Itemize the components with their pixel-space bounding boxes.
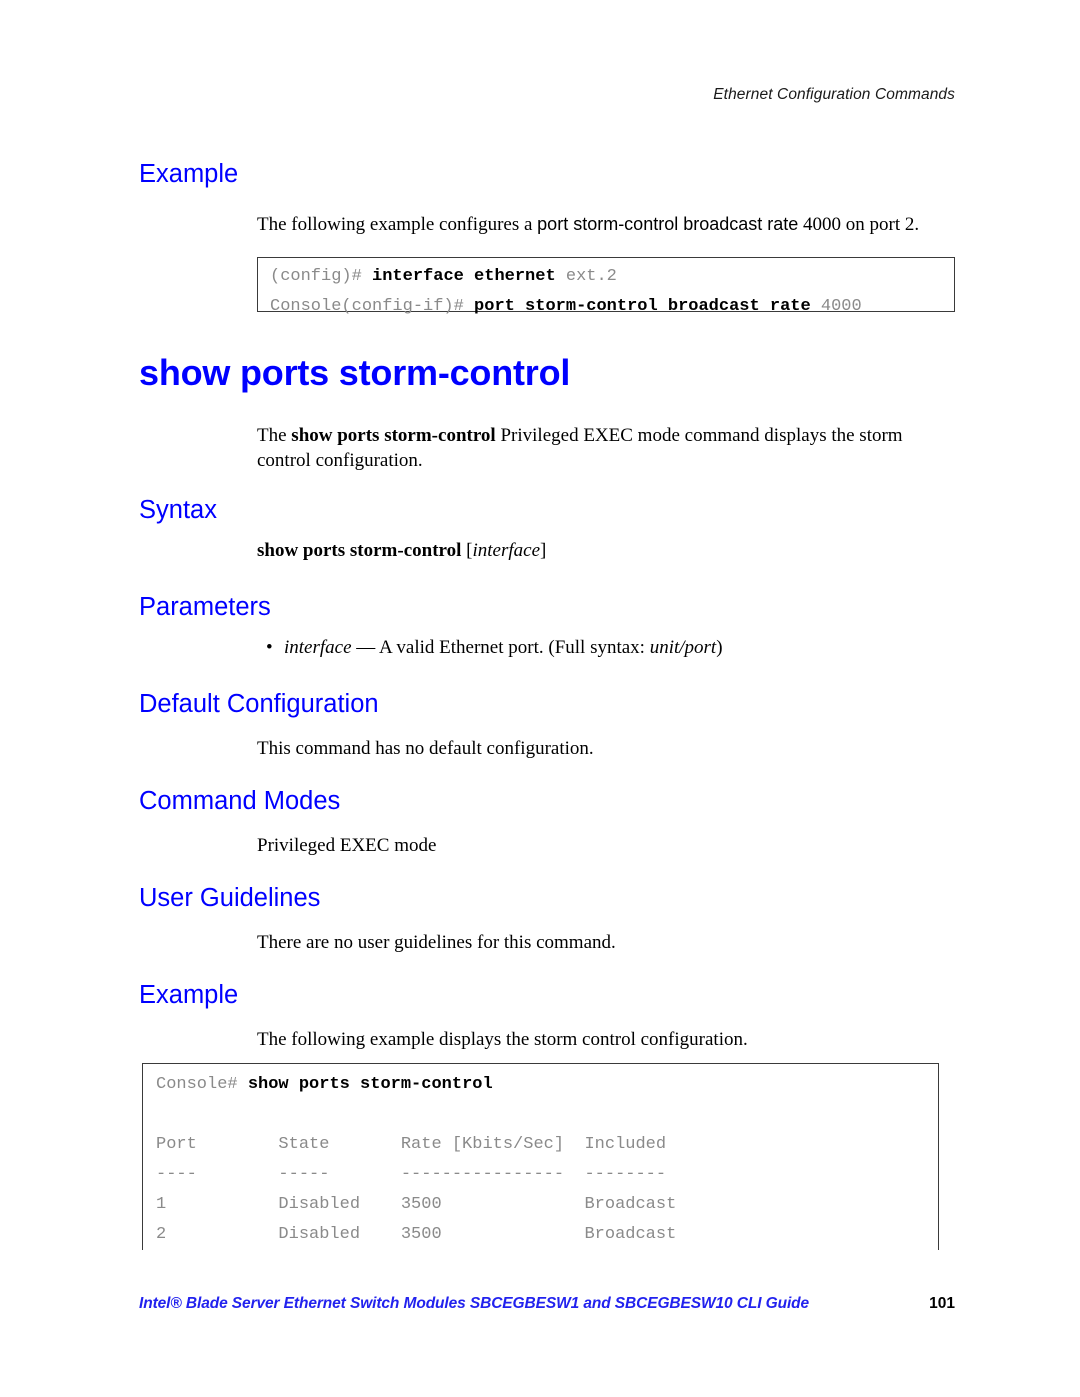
paragraph-prefix: The following example configures a bbox=[257, 214, 538, 235]
code-prompt: Console# bbox=[156, 1075, 248, 1094]
running-header: Ethernet Configuration Commands bbox=[713, 86, 955, 103]
output-table-header: Port State Rate [Kbits/Sec] Included bbox=[156, 1135, 667, 1154]
heading-example-top: Example bbox=[139, 160, 239, 188]
bullet-icon: • bbox=[266, 637, 273, 658]
output-table-row: 2 Disabled 3500 Broadcast bbox=[156, 1225, 677, 1244]
parameter-list-item: • interface — A valid Ethernet port. (Ful… bbox=[266, 637, 723, 659]
example-bottom-text: The following example displays the storm… bbox=[257, 1029, 748, 1050]
parameter-description: A valid Ethernet port. (Full syntax: bbox=[378, 637, 650, 658]
description-command: show ports storm-control bbox=[291, 425, 496, 446]
parameter-syntax: unit/port bbox=[649, 637, 717, 658]
description-prefix: The bbox=[257, 425, 292, 446]
parameter-description-end: ) bbox=[716, 637, 723, 658]
parameter-name: interface bbox=[284, 637, 352, 658]
code-block-command-output: Console# show ports storm-control Port S… bbox=[142, 1063, 939, 1250]
page-title: show ports storm-control bbox=[139, 352, 571, 393]
heading-command-modes: Command Modes bbox=[139, 787, 341, 815]
document-page: Ethernet Configuration Commands Example … bbox=[0, 0, 1080, 1397]
user-guidelines-text: There are no user guidelines for this co… bbox=[257, 932, 616, 953]
paragraph-command: port storm-control broadcast rate bbox=[537, 214, 799, 234]
syntax-command: show ports storm-control bbox=[257, 540, 462, 561]
code-line: Console# show ports storm-control bbox=[156, 1070, 938, 1100]
code-argument: 4000 bbox=[810, 297, 862, 316]
syntax-bracket-close: ] bbox=[540, 540, 547, 561]
syntax-optional: [interface] bbox=[461, 540, 546, 561]
default-configuration-text: This command has no default configuratio… bbox=[257, 738, 594, 759]
code-block-configure-example: (config)# interface ethernet ext.2 Conso… bbox=[257, 257, 955, 316]
syntax-parameter: interface bbox=[472, 540, 541, 561]
parameter-dash: — bbox=[351, 637, 379, 658]
command-description: The show ports storm-control Privileged … bbox=[257, 423, 929, 473]
syntax-bracket-open: [ bbox=[461, 540, 473, 561]
example-top-paragraph: The following example configures a port … bbox=[257, 212, 937, 237]
code-prompt: (config)# bbox=[270, 267, 373, 286]
code-prompt: Console(config-if)# bbox=[270, 297, 475, 316]
code-line: (config)# interface ethernet ext.2 bbox=[270, 262, 954, 292]
syntax-statement: show ports storm-control [interface] bbox=[257, 540, 546, 562]
paragraph-suffix: 4000 on port 2. bbox=[798, 214, 920, 235]
code-command: interface ethernet bbox=[372, 267, 556, 286]
code-line: Console(config-if)# port storm-control b… bbox=[270, 292, 954, 322]
heading-syntax: Syntax bbox=[139, 496, 217, 524]
heading-parameters: Parameters bbox=[139, 593, 271, 621]
code-argument: ext.2 bbox=[555, 267, 617, 286]
output-table-row: 1 Disabled 3500 Broadcast bbox=[156, 1195, 677, 1214]
output-table-divider: ---- ----- ---------------- -------- bbox=[156, 1165, 667, 1184]
heading-default-configuration: Default Configuration bbox=[139, 690, 379, 718]
heading-user-guidelines: User Guidelines bbox=[139, 884, 321, 912]
heading-example-bottom: Example bbox=[139, 981, 239, 1009]
page-footer: Intel® Blade Server Ethernet Switch Modu… bbox=[139, 1295, 955, 1313]
code-command: show ports storm-control bbox=[247, 1075, 493, 1094]
code-command: port storm-control broadcast rate bbox=[474, 297, 811, 316]
footer-title: Intel® Blade Server Ethernet Switch Modu… bbox=[139, 1295, 810, 1312]
command-modes-text: Privileged EXEC mode bbox=[257, 835, 437, 856]
page-number: 101 bbox=[929, 1295, 955, 1312]
